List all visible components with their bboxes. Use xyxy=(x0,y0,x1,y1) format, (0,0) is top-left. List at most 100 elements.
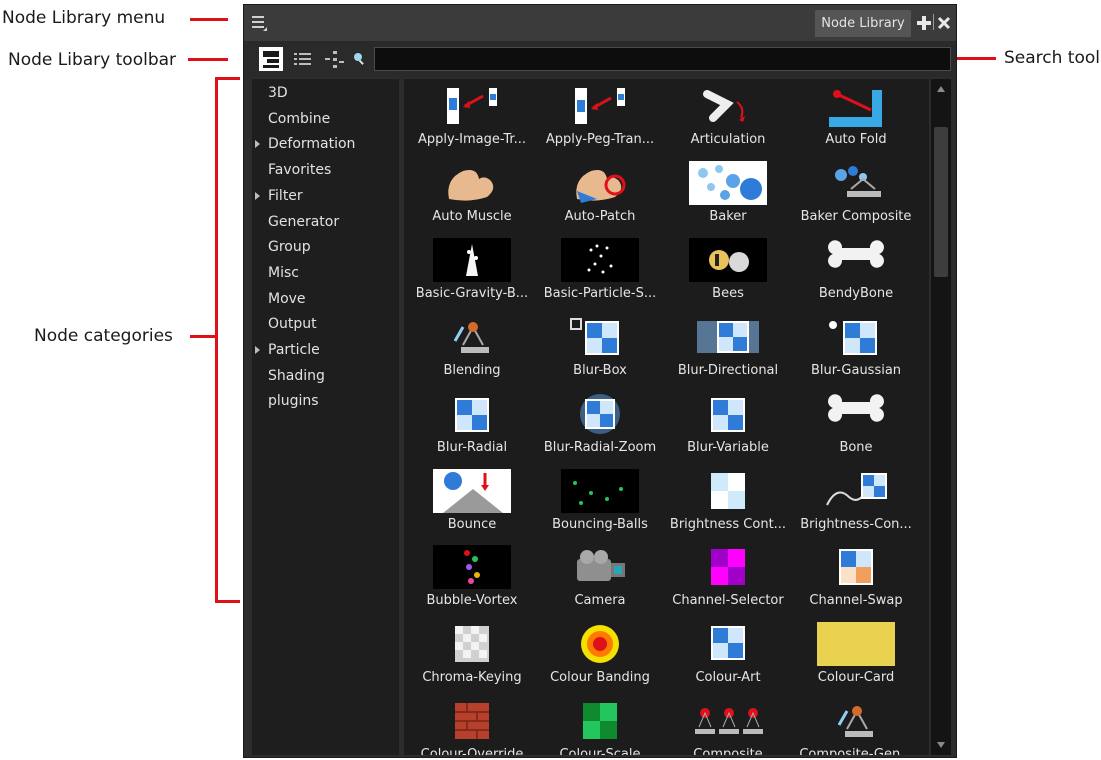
node-item[interactable]: Brightness-Con... xyxy=(792,466,920,543)
node-item[interactable]: Chroma-Keying xyxy=(408,619,536,696)
node-item[interactable]: Auto Fold xyxy=(792,81,920,158)
node-item[interactable]: Auto-Patch xyxy=(536,158,664,235)
scroll-down-arrow-icon[interactable] xyxy=(931,737,951,753)
close-icon[interactable] xyxy=(937,15,951,30)
node-item[interactable]: Colour-Override xyxy=(408,696,536,755)
category-label: plugins xyxy=(268,393,319,410)
category-item[interactable]: Generator xyxy=(252,210,399,234)
node-item[interactable]: Blur-Box xyxy=(536,312,664,389)
node-label: Camera xyxy=(574,593,626,609)
node-item[interactable]: Articulation xyxy=(664,81,792,158)
node-label: Basic-Particle-S... xyxy=(543,285,657,301)
node-item[interactable]: Blur-Directional xyxy=(664,312,792,389)
category-item[interactable]: Favorites xyxy=(252,158,399,182)
node-item[interactable]: Colour-Card xyxy=(792,619,920,696)
node-item[interactable]: Blur-Radial-Zoom xyxy=(536,389,664,466)
node-item[interactable]: Baker Composite xyxy=(792,158,920,235)
node-item[interactable]: Basic-Gravity-B... xyxy=(408,235,536,312)
callout-line-categories xyxy=(190,335,215,338)
node-item[interactable]: Colour-Art xyxy=(664,619,792,696)
category-label: Output xyxy=(268,316,317,333)
bounce-icon xyxy=(433,468,511,513)
category-item[interactable]: Filter xyxy=(252,184,399,208)
category-item[interactable]: Output xyxy=(252,312,399,336)
search-input[interactable] xyxy=(374,47,951,71)
bone-icon xyxy=(817,392,895,436)
node-label: Bees xyxy=(712,285,744,301)
node-label: Channel-Swap xyxy=(809,593,903,609)
node-item[interactable]: Blur-Gaussian xyxy=(792,312,920,389)
node-item[interactable]: Camera xyxy=(536,542,664,619)
callout-line-toolbar xyxy=(188,58,228,61)
node-grid-scrollbar[interactable] xyxy=(931,79,951,755)
node-item[interactable]: Brightness Cont... xyxy=(664,466,792,543)
node-item[interactable]: Basic-Particle-S... xyxy=(536,235,664,312)
scrollbar-thumb[interactable] xyxy=(934,127,948,277)
panel-titlebar: Node Library xyxy=(244,5,956,41)
category-item[interactable]: Group xyxy=(252,235,399,259)
node-label: Blur-Radial xyxy=(436,439,508,455)
tab-node-library[interactable]: Node Library xyxy=(815,10,911,37)
node-item[interactable]: Bone xyxy=(792,389,920,466)
node-label: Chroma-Keying xyxy=(422,670,522,686)
node-item[interactable]: Colour-Scale xyxy=(536,696,664,755)
node-label: Composite xyxy=(693,747,763,755)
category-item[interactable]: Combine xyxy=(252,107,399,131)
node-item[interactable]: Bounce xyxy=(408,466,536,543)
node-item[interactable]: Auto Muscle xyxy=(408,158,536,235)
category-item[interactable]: Deformation xyxy=(252,132,399,156)
node-item[interactable]: Blur-Radial xyxy=(408,389,536,466)
node-item[interactable]: Baker xyxy=(664,158,792,235)
category-item[interactable]: Move xyxy=(252,287,399,311)
search-icon[interactable] xyxy=(347,47,371,71)
colour-banding-icon xyxy=(561,622,639,666)
node-item[interactable]: Blending xyxy=(408,312,536,389)
callout-bracket-vertical xyxy=(215,77,218,603)
category-label: Generator xyxy=(268,213,340,230)
category-item[interactable]: 3D xyxy=(252,81,399,105)
node-item[interactable]: Composite-Gen... xyxy=(792,696,920,755)
category-item[interactable]: Shading xyxy=(252,364,399,388)
node-grid: Apply-Image-Tr... Apply-Peg-Tran... Articu… xyxy=(404,79,929,755)
channel-swap-icon xyxy=(817,545,895,589)
expand-arrow-icon[interactable] xyxy=(255,191,260,200)
node-label: Apply-Image-Tr... xyxy=(418,132,526,147)
node-label: Basic-Gravity-B... xyxy=(415,285,529,301)
add-panel-icon[interactable] xyxy=(917,15,931,30)
category-label: Misc xyxy=(268,264,299,281)
blur-radial-zoom-icon xyxy=(561,392,639,436)
hierarchy-view-icon[interactable] xyxy=(323,47,347,71)
composite-icon xyxy=(689,699,767,743)
node-item[interactable]: Bouncing-Balls xyxy=(536,466,664,543)
list-view-icon[interactable] xyxy=(292,47,316,71)
composite-generic-icon xyxy=(817,699,895,743)
node-label: Blur-Radial-Zoom xyxy=(543,439,657,455)
expand-arrow-icon[interactable] xyxy=(255,346,260,354)
node-item[interactable]: Channel-Selector xyxy=(664,542,792,619)
category-item[interactable]: Particle xyxy=(252,338,399,362)
blur-variable-icon xyxy=(689,392,767,436)
blur-radial-icon xyxy=(433,392,511,436)
node-item[interactable]: Blur-Variable xyxy=(664,389,792,466)
node-item[interactable]: BendyBone xyxy=(792,235,920,312)
tree-view-icon[interactable] xyxy=(259,47,283,71)
category-item[interactable]: Misc xyxy=(252,261,399,285)
baker-composite-icon xyxy=(817,161,895,205)
node-item[interactable]: Apply-Peg-Tran... xyxy=(536,81,664,158)
blur-directional-icon xyxy=(689,315,767,359)
node-item[interactable]: Bees xyxy=(664,235,792,312)
scroll-up-arrow-icon[interactable] xyxy=(931,81,951,97)
category-item[interactable]: plugins xyxy=(252,389,399,413)
node-label: Channel-Selector xyxy=(672,593,784,609)
node-item[interactable]: Channel-Swap xyxy=(792,542,920,619)
auto-fold-icon xyxy=(817,84,895,128)
node-item[interactable]: Colour Banding xyxy=(536,619,664,696)
node-item[interactable]: Bubble-Vortex xyxy=(408,542,536,619)
callout-node-library-menu: Node Library menu xyxy=(2,8,166,28)
hamburger-menu-icon[interactable] xyxy=(249,12,271,34)
expand-arrow-icon[interactable] xyxy=(255,140,260,149)
node-item[interactable]: Apply-Image-Tr... xyxy=(408,81,536,158)
node-item[interactable]: Composite xyxy=(664,696,792,755)
bouncing-balls-icon xyxy=(561,468,639,513)
blending-icon xyxy=(433,315,511,359)
